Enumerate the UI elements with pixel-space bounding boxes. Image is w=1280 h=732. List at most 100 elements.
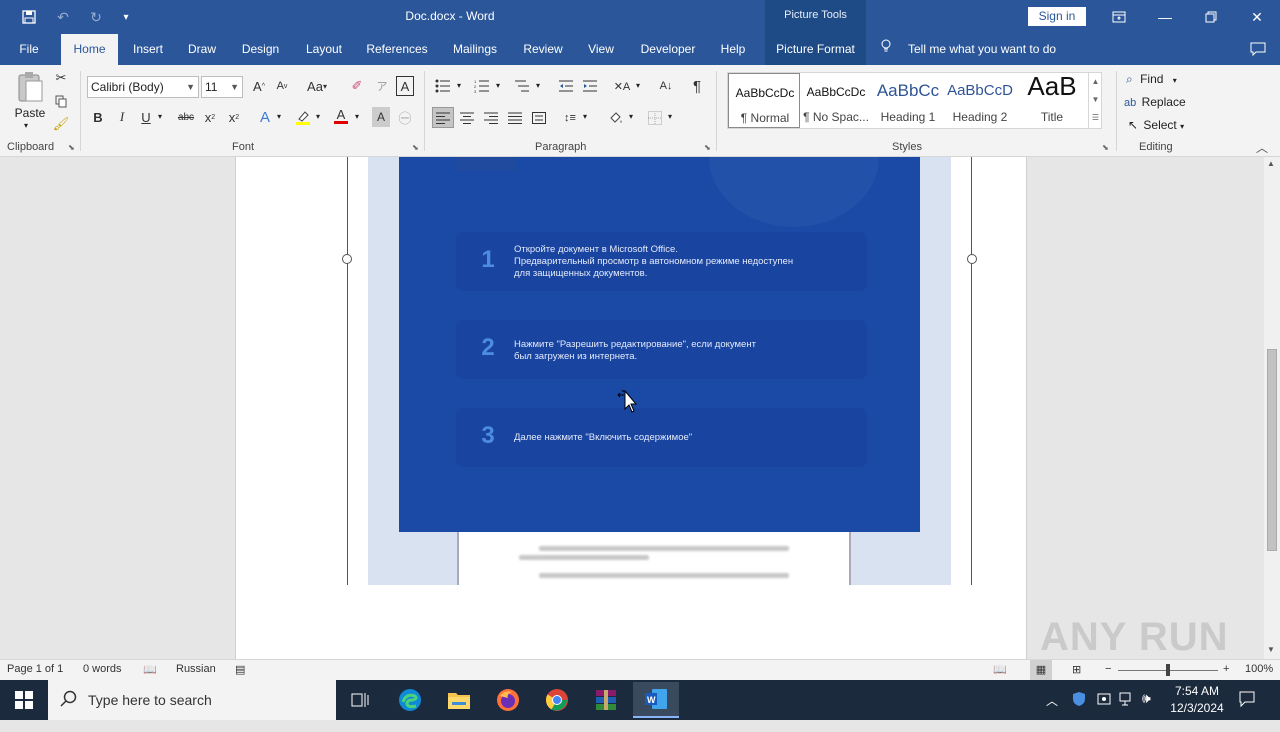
tell-me-search[interactable]: Tell me what you want to do — [880, 34, 1056, 65]
tab-layout[interactable]: Layout — [298, 34, 350, 65]
text-effects-dropdown-icon[interactable]: ▾ — [277, 112, 281, 121]
tab-home[interactable]: Home — [61, 34, 118, 65]
style-normal[interactable]: AaBbCcDc ¶ Normal — [728, 73, 800, 128]
edge-icon[interactable] — [388, 684, 432, 716]
copy-icon[interactable] — [52, 92, 70, 110]
styles-down-icon[interactable]: ▼ — [1089, 91, 1102, 109]
volume-icon[interactable]: 🕪 — [1142, 690, 1151, 730]
word-taskbar-icon[interactable]: W — [633, 682, 679, 718]
collapse-ribbon-icon[interactable]: ︿ — [1256, 139, 1268, 156]
file-explorer-icon[interactable] — [437, 684, 481, 716]
grow-font-icon[interactable]: A ^ — [250, 76, 268, 96]
web-layout-icon[interactable]: ⊞ — [1072, 663, 1081, 676]
font-name-field[interactable]: Calibri (Body) ▼ — [87, 76, 199, 98]
format-painter-icon[interactable]: 🖌 — [52, 115, 70, 133]
bullets-icon[interactable] — [433, 76, 453, 96]
zoom-slider-thumb[interactable] — [1166, 664, 1170, 676]
asian-layout-dropdown-icon[interactable]: ▾ — [636, 81, 640, 90]
network-icon[interactable] — [1119, 691, 1135, 731]
close-icon[interactable]: ✕ — [1234, 0, 1280, 34]
tray-overflow-icon[interactable]: ︿ — [1046, 692, 1058, 732]
tab-draw[interactable]: Draw — [180, 34, 224, 65]
multilevel-list-icon[interactable] — [512, 76, 532, 96]
tab-help[interactable]: Help — [714, 34, 752, 65]
shrink-font-icon[interactable]: Av — [273, 76, 291, 96]
resize-handle-left[interactable] — [342, 254, 352, 264]
windows-start-icon[interactable] — [2, 684, 46, 716]
text-effects-icon[interactable]: A — [256, 107, 274, 127]
numbering-dropdown-icon[interactable]: ▾ — [496, 81, 500, 90]
style-heading-2[interactable]: AaBbCcD Heading 2 — [944, 73, 1016, 128]
align-center-icon[interactable] — [457, 107, 477, 128]
bold-icon[interactable]: B — [90, 107, 106, 127]
character-shading-icon[interactable]: A — [372, 107, 390, 127]
taskbar-search-box[interactable]: Type here to search — [48, 680, 336, 720]
ribbon-display-options-icon[interactable] — [1096, 0, 1142, 34]
cut-icon[interactable]: ✂ — [52, 69, 70, 87]
styles-up-icon[interactable]: ▲ — [1089, 73, 1102, 91]
bullets-dropdown-icon[interactable]: ▾ — [457, 81, 461, 90]
highlight-color-icon[interactable] — [293, 107, 313, 127]
read-mode-icon[interactable]: 📖 — [993, 663, 1007, 676]
scroll-up-icon[interactable]: ▲ — [1267, 159, 1275, 168]
tab-picture-format[interactable]: Picture Format — [765, 34, 866, 65]
scroll-thumb[interactable] — [1267, 349, 1277, 551]
minimize-icon[interactable]: — — [1142, 0, 1188, 34]
tab-mailings[interactable]: Mailings — [446, 34, 504, 65]
superscript-icon[interactable]: x2 — [225, 107, 243, 127]
italic-icon[interactable]: I — [114, 107, 130, 127]
zoom-out-icon[interactable]: − — [1105, 663, 1111, 675]
shading-icon[interactable] — [606, 107, 626, 128]
font-launcher-icon[interactable]: ⬊ — [412, 143, 419, 152]
proofing-icon[interactable]: 📖 — [143, 663, 157, 676]
show-formatting-marks-icon[interactable]: ¶ — [687, 76, 707, 96]
font-color-dropdown-icon[interactable]: ▾ — [355, 112, 359, 121]
line-spacing-dropdown-icon[interactable]: ▾ — [583, 112, 587, 121]
clear-formatting-icon[interactable]: ✐ — [347, 76, 367, 96]
firefox-icon[interactable] — [486, 684, 530, 716]
notifications-icon[interactable] — [1238, 690, 1256, 730]
paste-dropdown-icon[interactable]: ▾ — [24, 121, 28, 130]
accessibility-icon[interactable]: ▤ — [235, 663, 245, 676]
align-left-icon[interactable] — [432, 107, 454, 128]
vertical-scrollbar[interactable]: ▲ ▼ — [1264, 157, 1280, 659]
scroll-down-icon[interactable]: ▼ — [1267, 645, 1275, 654]
styles-launcher-icon[interactable]: ⬊ — [1102, 143, 1109, 152]
tab-references[interactable]: References — [362, 34, 432, 65]
print-layout-icon[interactable]: ▦ — [1030, 660, 1052, 680]
styles-scroll[interactable]: ▲ ▼ ☰ — [1088, 73, 1102, 128]
sort-icon[interactable]: A↓ — [656, 76, 676, 96]
strikethrough-icon[interactable]: abc — [175, 107, 197, 127]
paragraph-launcher-icon[interactable]: ⬊ — [704, 143, 711, 152]
winrar-icon[interactable] — [584, 684, 628, 716]
underline-dropdown-icon[interactable]: ▾ — [158, 112, 162, 121]
multilevel-dropdown-icon[interactable]: ▾ — [536, 81, 540, 90]
enclose-characters-icon[interactable]: ㊀ — [396, 107, 414, 127]
tab-review[interactable]: Review — [518, 34, 568, 65]
chrome-icon[interactable] — [535, 684, 579, 716]
page-count[interactable]: Page 1 of 1 — [7, 663, 63, 675]
tab-file[interactable]: File — [8, 34, 50, 65]
sign-in-button[interactable]: Sign in — [1028, 7, 1086, 26]
find-dropdown-icon[interactable]: ▾ — [1173, 76, 1177, 85]
align-right-icon[interactable] — [481, 107, 501, 128]
word-count[interactable]: 0 words — [83, 663, 122, 675]
font-name-dropdown-icon[interactable]: ▼ — [186, 77, 195, 97]
borders-dropdown-icon[interactable]: ▾ — [668, 112, 672, 121]
font-color-icon[interactable]: A — [332, 105, 350, 127]
phonetic-guide-icon[interactable]: ア — [372, 76, 392, 96]
paste-label[interactable]: Paste — [14, 106, 46, 120]
style-heading-1[interactable]: AaBbCc Heading 1 — [872, 73, 944, 128]
restore-icon[interactable] — [1188, 0, 1234, 34]
tab-developer[interactable]: Developer — [634, 34, 702, 65]
styles-more-icon[interactable]: ☰ — [1089, 109, 1102, 127]
underline-icon[interactable]: U — [138, 107, 154, 127]
borders-icon[interactable] — [645, 107, 665, 128]
defender-icon[interactable] — [1071, 691, 1087, 731]
shading-dropdown-icon[interactable]: ▾ — [629, 112, 633, 121]
tab-view[interactable]: View — [582, 34, 620, 65]
character-border-icon[interactable]: A — [396, 76, 414, 96]
highlight-dropdown-icon[interactable]: ▾ — [316, 112, 320, 121]
select-button[interactable]: ↖ Select ▾ — [1128, 116, 1184, 134]
subscript-icon[interactable]: x2 — [201, 107, 219, 127]
